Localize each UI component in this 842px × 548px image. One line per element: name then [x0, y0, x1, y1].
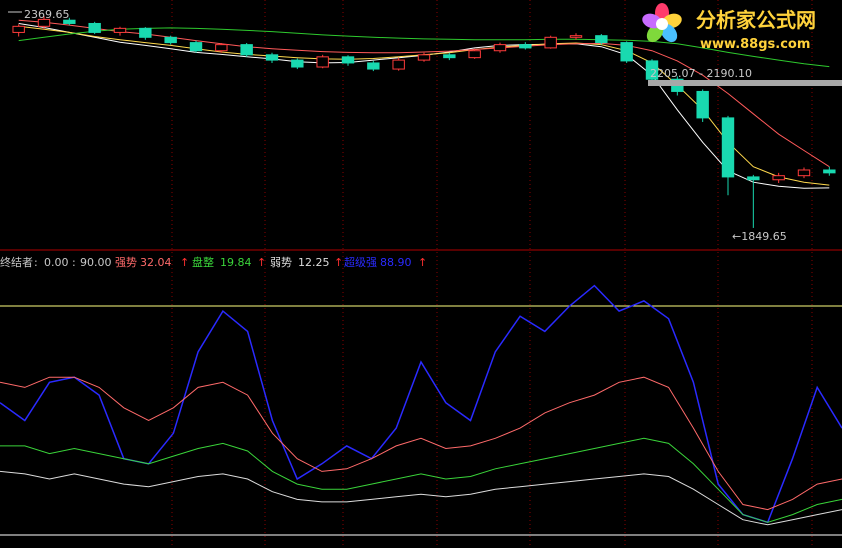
candle-body: [265, 54, 279, 61]
candle-body: [139, 27, 152, 38]
candle-body: [367, 62, 380, 70]
candle-body: [240, 44, 253, 56]
candle-body: [493, 44, 507, 52]
candle-body: [164, 36, 177, 44]
legend-sep-2: :: [72, 256, 76, 269]
legend-weak-name: 弱势: [270, 256, 292, 269]
candle-body: [316, 56, 329, 68]
candle-body: [823, 169, 836, 174]
candle-body: [772, 175, 785, 181]
legend-weak-arrow: ↑: [334, 256, 343, 269]
legend-value-2: 90.00: [80, 256, 112, 269]
candle-body: [797, 169, 811, 177]
candle-body: [113, 27, 127, 33]
range-bar-marker: [648, 80, 842, 86]
candle-body: [620, 42, 633, 62]
low-price-label: ←1849.65: [732, 230, 787, 243]
candle-body: [696, 90, 709, 119]
range-price-label: 2205.07 - 2190.10: [650, 67, 752, 80]
watermark-title: 分析家公式网: [696, 8, 816, 32]
indicator-legend: 终结者 : 0.00 : 90.00 强势 32.04 ↑ 盘整 19.84 ↑…: [0, 255, 427, 269]
candle-body: [12, 25, 25, 33]
candle-body: [443, 54, 456, 59]
indicator-series-line: [0, 376, 842, 511]
candle-body: [721, 117, 735, 178]
legend-weak-value: 12.25: [298, 256, 330, 269]
chart-stage: 2369.65 2205.07 - 2190.10 ←1849.65 终结者 :…: [0, 0, 842, 548]
site-watermark: 分析家公式网 www.88gs.com: [642, 3, 816, 52]
legend-title: 终结者: [0, 255, 33, 269]
candle-body: [88, 22, 101, 33]
candle-body: [595, 35, 608, 44]
indicator-series-line: [0, 437, 842, 523]
legend-strong-name: 强势: [115, 256, 137, 269]
candle-body: [392, 59, 405, 70]
legend-super-arrow: ↑: [418, 256, 427, 269]
legend-range-arrow: ↑: [257, 256, 266, 269]
candle-body: [341, 56, 355, 64]
high-price-label: 2369.65: [24, 8, 70, 21]
legend-strong-value: 32.04: [140, 256, 172, 269]
indicator-chart: [0, 284, 842, 536]
legend-range-name: 盘整: [192, 255, 214, 269]
legend-sep-1: :: [34, 256, 38, 269]
indicator-series-line: [0, 470, 842, 526]
candle-body: [417, 54, 431, 61]
candle-body: [291, 59, 304, 68]
watermark-url: www.88gs.com: [700, 37, 810, 52]
legend-super-name: 超级强: [344, 255, 377, 269]
legend-range-value: 19.84: [220, 256, 252, 269]
candle-body: [215, 44, 228, 52]
legend-strong-arrow: ↑: [180, 256, 189, 269]
candle-body: [519, 44, 532, 49]
candle-body: [189, 42, 203, 52]
flower-logo-icon: [642, 3, 682, 43]
candle-body: [468, 50, 481, 59]
candle-body: [544, 36, 557, 49]
candle-body: [747, 176, 760, 181]
candle-body: [569, 35, 583, 38]
legend-value-1: 0.00: [44, 256, 69, 269]
legend-super-value: 88.90: [380, 256, 412, 269]
